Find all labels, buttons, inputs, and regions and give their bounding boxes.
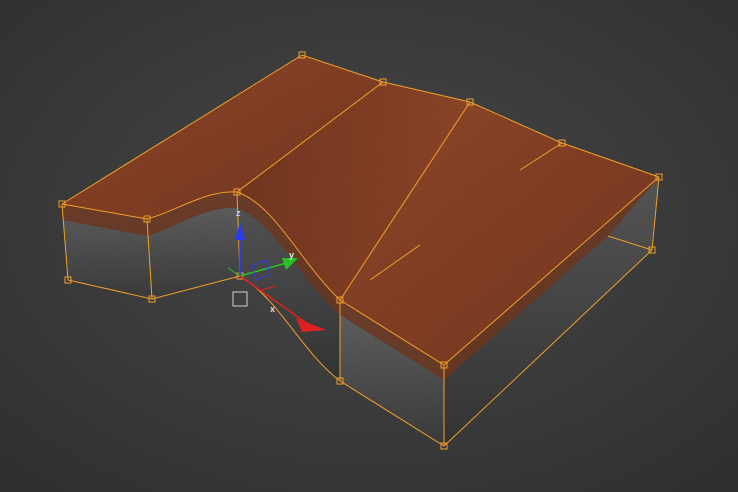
viewport-canvas[interactable]: z y x [0,0,738,492]
x-axis-label: x [270,304,275,314]
3d-viewport[interactable]: z y x [0,0,738,492]
y-axis-label: y [289,250,294,260]
z-axis-label: z [236,208,241,218]
